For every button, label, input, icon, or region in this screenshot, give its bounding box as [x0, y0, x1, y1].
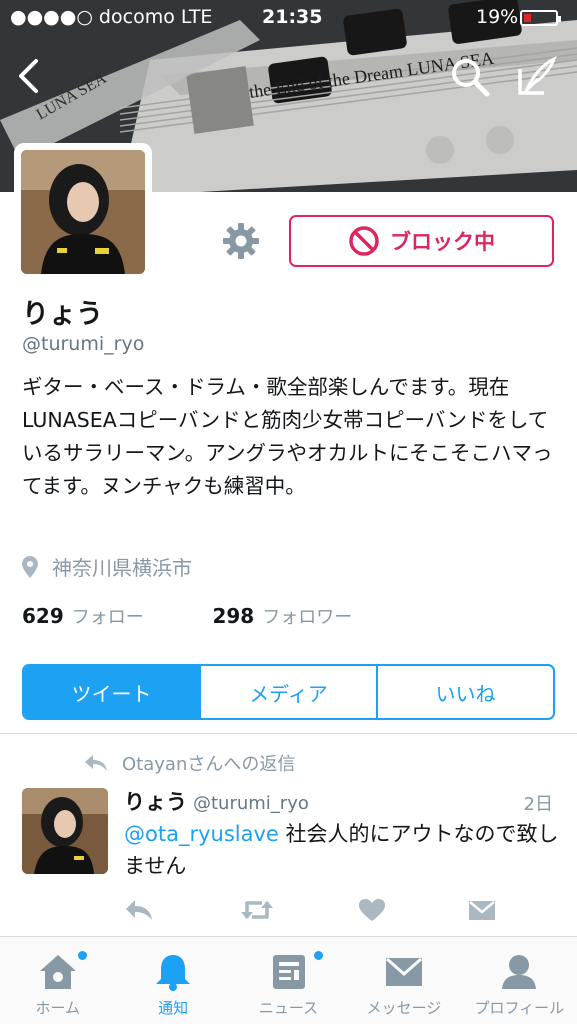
block-icon [349, 226, 379, 256]
tabbar-home[interactable]: ホーム [0, 937, 115, 1024]
profile-location: 神奈川県横浜市 [22, 552, 192, 581]
divider [0, 733, 577, 734]
tab-likes[interactable]: いいね [376, 666, 553, 718]
location-text: 神奈川県横浜市 [52, 556, 192, 580]
battery-percent: 19% [476, 6, 519, 28]
reply-context-text: Otayanさんへの返信 [122, 754, 296, 775]
tab-tweets[interactable]: ツイート [24, 666, 199, 718]
news-icon [272, 955, 305, 989]
search-icon[interactable] [450, 57, 490, 97]
blocked-button[interactable]: ブロック中 [289, 215, 554, 267]
tweet-avatar[interactable] [22, 788, 108, 874]
news-notification-dot [313, 951, 323, 960]
retweet-icon[interactable] [240, 898, 274, 922]
like-heart-icon[interactable] [358, 898, 386, 922]
tweet-author-handle[interactable]: @turumi_ryo [193, 793, 309, 814]
reply-context[interactable]: Otayanさんへの返信 [84, 750, 295, 776]
back-arrow-icon[interactable] [14, 58, 44, 94]
tabbar-profile-label: プロフィール [474, 999, 565, 1017]
notifications-bell-icon [156, 955, 191, 991]
location-pin-icon [22, 555, 38, 578]
carrier-label: ●●●●○ docomo LTE [10, 6, 213, 28]
compose-tweet-icon[interactable] [516, 55, 558, 97]
messages-envelope-icon [385, 957, 422, 986]
tabbar-profile[interactable]: プロフィール [462, 937, 577, 1024]
home-icon [39, 955, 76, 989]
followers-stat[interactable]: 298 フォロワー [212, 604, 352, 628]
tweet-text: @ota_ryuslave 社会人的にアウトなので致しません [124, 818, 564, 882]
tabbar-messages[interactable]: メッセージ [346, 937, 461, 1024]
direct-message-icon[interactable] [468, 898, 496, 922]
tweet-timestamp: 2日 [523, 794, 553, 815]
tabbar-news-label: ニュース [258, 999, 319, 1017]
profile-name: りょう [22, 299, 103, 330]
tweet-author-name[interactable]: りょう [124, 790, 187, 814]
profile-stats: 629 フォロー 298 フォロワー [22, 603, 352, 629]
tab-media[interactable]: メディア [199, 666, 376, 718]
profile-avatar[interactable] [14, 143, 152, 281]
profile-bio: ギター・ベース・ドラム・歌全部楽しんでます。現在LUNASEAコピーバンドと筋肉… [22, 375, 553, 498]
profile-person-icon [502, 955, 537, 989]
following-stat[interactable]: 629 フォロー [22, 604, 144, 628]
blocked-label: ブロック中 [390, 230, 495, 254]
home-notification-dot [78, 951, 87, 960]
profile-handle: @turumi_ryo [22, 333, 145, 355]
bottom-tab-bar: ホーム 通知 ニュース メッセージ プロフィール [0, 936, 577, 1024]
tabbar-home-label: ホーム [35, 999, 80, 1017]
following-label: フォロー [71, 607, 144, 628]
tabbar-notifications-label: 通知 [158, 999, 189, 1017]
reply-icon[interactable] [124, 898, 154, 922]
followers-count: 298 [212, 604, 255, 628]
tabbar-messages-label: メッセージ [366, 999, 442, 1017]
clock: 21:35 [262, 6, 323, 28]
profile-tabs: ツイート メディア いいね [22, 664, 555, 720]
tweet-header: りょう @turumi_ryo [124, 786, 309, 816]
followers-label: フォロワー [262, 607, 353, 628]
tabbar-news[interactable]: ニュース [231, 937, 346, 1024]
battery-icon [520, 10, 561, 26]
reply-context-icon [85, 755, 107, 771]
following-count: 629 [22, 604, 64, 628]
tabbar-notifications[interactable]: 通知 [115, 937, 230, 1024]
status-bar: ●●●●○ docomo LTE 21:35 19% [0, 0, 577, 36]
tweet-mention-link[interactable]: @ota_ryuslave [124, 822, 279, 846]
settings-gear-icon[interactable] [222, 222, 260, 260]
